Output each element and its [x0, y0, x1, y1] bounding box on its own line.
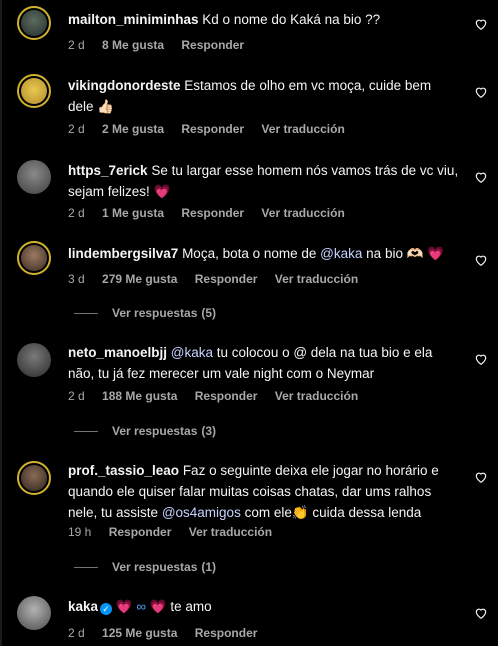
- heart-outline-icon[interactable]: [474, 17, 488, 31]
- reply-button[interactable]: Responder: [195, 626, 258, 640]
- reply-button[interactable]: Responder: [195, 389, 258, 403]
- mention-link[interactable]: @os4amigos: [162, 505, 241, 520]
- comment-username[interactable]: prof._tassio_leao: [68, 463, 179, 478]
- reply-button[interactable]: Responder: [195, 272, 258, 286]
- comment-text: Kd o nome do Kaká na bio ??: [202, 12, 381, 27]
- view-replies-button[interactable]: Ver respuestas (1): [74, 560, 216, 574]
- comment-meta: 2 d 1 Me gusta Responder Ver traducción: [68, 206, 359, 220]
- replies-count: (3): [201, 424, 217, 438]
- likes-count[interactable]: 279 Me gusta: [102, 272, 177, 286]
- translate-button[interactable]: Ver traducción: [261, 122, 344, 136]
- comment-meta: 19 h Responder Ver traducción: [68, 525, 286, 539]
- comment-text-suffix: na bio 🫶🏻: [366, 246, 424, 261]
- comment-time: 2 d: [68, 626, 85, 640]
- heart-outline-icon[interactable]: [474, 606, 488, 620]
- comment-username[interactable]: lindembergsilva7: [68, 246, 178, 261]
- heart-outline-icon[interactable]: [474, 170, 488, 184]
- comment-time: 2 d: [68, 389, 85, 403]
- view-replies-button[interactable]: Ver respuestas (3): [74, 424, 216, 438]
- comment-time: 19 h: [68, 525, 92, 539]
- mention-link[interactable]: @kaka: [320, 246, 362, 261]
- replies-divider: [74, 566, 98, 568]
- view-replies-label: Ver respuestas: [112, 306, 198, 320]
- avatar[interactable]: [17, 6, 51, 40]
- heart-outline-icon[interactable]: [474, 470, 488, 484]
- comment-meta: 2 d 2 Me gusta Responder Ver traducción: [68, 122, 359, 136]
- comment-username[interactable]: kaka: [68, 599, 98, 614]
- comment-username[interactable]: neto_manoelbjj: [68, 345, 167, 360]
- replies-divider: [74, 312, 98, 314]
- mention-link[interactable]: @kaka: [171, 345, 213, 360]
- replies-divider: [74, 430, 98, 432]
- translate-button[interactable]: Ver traducción: [261, 206, 344, 220]
- comment-time: 2 d: [68, 206, 85, 220]
- comment-time: 2 d: [68, 122, 85, 136]
- avatar[interactable]: [17, 461, 51, 495]
- comment-username[interactable]: https_7erick: [68, 163, 148, 178]
- view-replies-label: Ver respuestas: [112, 424, 198, 438]
- comment-meta: 2 d 8 Me gusta Responder: [68, 38, 258, 52]
- view-replies-button[interactable]: Ver respuestas (5): [74, 306, 216, 320]
- reply-button[interactable]: Responder: [181, 206, 244, 220]
- likes-count[interactable]: 8 Me gusta: [102, 38, 164, 52]
- comment-username[interactable]: vikingdonordeste: [68, 78, 181, 93]
- translate-button[interactable]: Ver traducción: [275, 272, 358, 286]
- translate-button[interactable]: Ver traducción: [275, 389, 358, 403]
- heart-emoji: 💗: [149, 599, 167, 614]
- avatar[interactable]: [17, 241, 51, 275]
- comment-time: 3 d: [68, 272, 85, 286]
- comment-time: 2 d: [68, 38, 85, 52]
- replies-count: (5): [201, 306, 217, 320]
- heart-outline-icon[interactable]: [474, 253, 488, 267]
- translate-button[interactable]: Ver traducción: [189, 525, 272, 539]
- heart-emoji: 💗: [115, 599, 133, 614]
- likes-count[interactable]: 125 Me gusta: [102, 626, 177, 640]
- comment-meta: 2 d 188 Me gusta Responder Ver traducció…: [68, 389, 372, 403]
- comment-text-suffix: com ele👏 cuida dessa lenda: [244, 505, 422, 520]
- likes-count[interactable]: 2 Me gusta: [102, 122, 164, 136]
- reply-button[interactable]: Responder: [181, 122, 244, 136]
- comment-text: Moça, bota o nome de: [182, 246, 317, 261]
- reply-button[interactable]: Responder: [109, 525, 172, 539]
- heart-outline-icon[interactable]: [474, 352, 488, 366]
- view-replies-label: Ver respuestas: [112, 560, 198, 574]
- likes-count[interactable]: 1 Me gusta: [102, 206, 164, 220]
- avatar[interactable]: [17, 343, 51, 377]
- avatar[interactable]: [17, 74, 51, 108]
- infinity-emoji: ∞: [136, 599, 147, 614]
- comment-username[interactable]: mailton_miniminhas: [68, 12, 199, 27]
- left-edge-divider: [0, 0, 2, 646]
- avatar[interactable]: [17, 596, 51, 630]
- comment-meta: 2 d 125 Me gusta Responder: [68, 626, 271, 640]
- heart-emoji: 💗: [427, 246, 445, 261]
- heart-emoji: 💗: [153, 184, 171, 199]
- replies-count: (1): [201, 560, 217, 574]
- comment-meta: 3 d 279 Me gusta Responder Ver traducció…: [68, 272, 372, 286]
- comment-text: te amo: [170, 599, 212, 614]
- likes-count[interactable]: 188 Me gusta: [102, 389, 177, 403]
- verified-badge-icon: ✓: [100, 603, 113, 615]
- heart-outline-icon[interactable]: [474, 85, 488, 99]
- reply-button[interactable]: Responder: [181, 38, 244, 52]
- avatar[interactable]: [17, 160, 51, 194]
